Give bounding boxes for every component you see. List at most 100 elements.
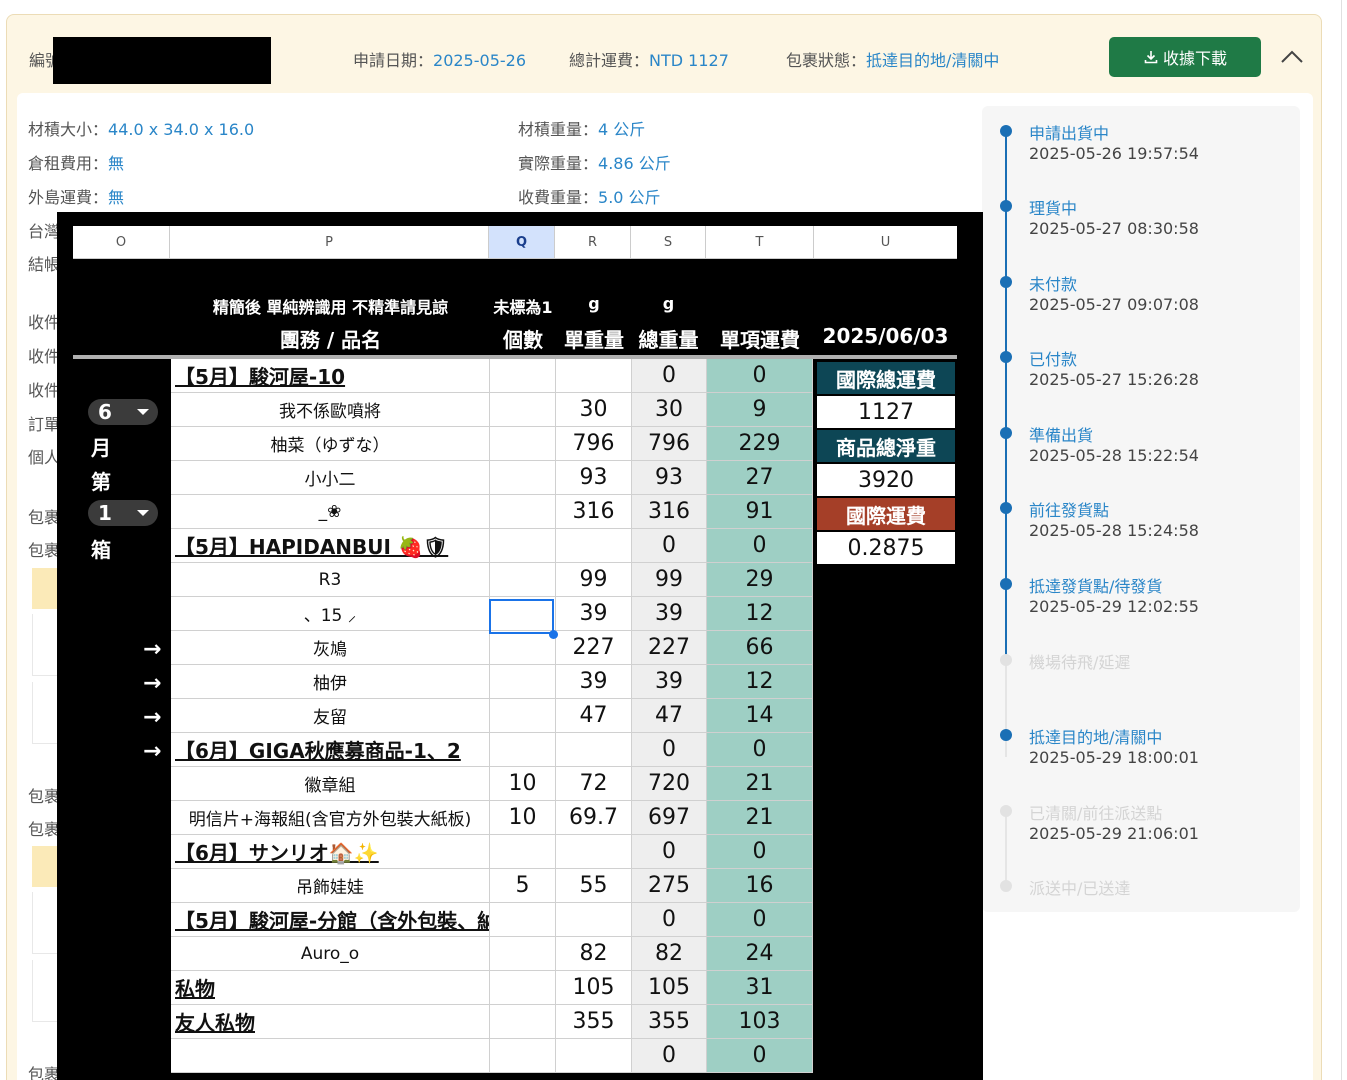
- cell-unit: [556, 733, 632, 767]
- cell-qty: 10: [490, 767, 556, 801]
- cell-unit: 93: [556, 461, 632, 495]
- timeline-dot: [1000, 654, 1012, 666]
- month-char: 月: [91, 436, 111, 460]
- cell-unit: [556, 835, 632, 869]
- cell-name: 柚伊: [171, 665, 490, 699]
- net-weight-value: 3920: [817, 464, 955, 496]
- timeline-dot: [1000, 276, 1012, 288]
- cell-total: 99: [632, 563, 707, 597]
- cell-fee: 0: [707, 733, 813, 767]
- intl-fee-value: 0.2875: [817, 532, 955, 564]
- cell-fee: 12: [707, 665, 813, 699]
- cell-name: 小小二: [171, 461, 490, 495]
- timeline-dot: [1000, 502, 1012, 514]
- cut-label: 收件: [28, 347, 61, 366]
- cell-fee: 21: [707, 767, 813, 801]
- timeline-step-title: 派送中/已送達: [1029, 879, 1131, 898]
- fill-handle: [549, 630, 558, 639]
- actual-weight: 實際重量：4.86 公斤: [518, 154, 671, 173]
- cell-qty: [490, 529, 556, 563]
- table-row: 柚菜（ゆずな） 796 796 229: [171, 427, 813, 461]
- timeline-line: [1005, 808, 1007, 884]
- table-cell: [32, 614, 57, 676]
- month-dropdown: 6: [88, 399, 158, 425]
- cut-label: 收件: [28, 313, 61, 332]
- cell-unit: 39: [556, 597, 632, 631]
- column-header: S: [631, 226, 706, 258]
- header-qty: 個數: [503, 328, 543, 352]
- timeline-step-title: 準備出貨: [1029, 426, 1094, 445]
- cell-unit: 105: [556, 971, 632, 1005]
- table-row: 【5月】駿河屋-分館（含外包裝、納品書） 00: [171, 903, 813, 937]
- cell-total: 0: [632, 529, 707, 563]
- cell-unit: 47: [556, 699, 632, 733]
- table-row: 友人私物 355 355 103: [171, 1005, 813, 1039]
- cell-fee: 0: [707, 835, 813, 869]
- cell-unit: 227: [556, 631, 632, 665]
- column-header: O: [73, 226, 170, 258]
- timeline-dot: [1000, 805, 1012, 817]
- box-char: 箱: [91, 538, 111, 562]
- table-row: Auro_o 82 82 24: [171, 937, 813, 971]
- cell-name: 、15 ⸝: [171, 597, 490, 631]
- column-header: U: [880, 234, 891, 250]
- intl-total-label: 國際總運費: [817, 362, 955, 394]
- spreadsheet-image: O P Q R S T U 精簡後 單純辨識用 不精準請見諒 未標為1 g g …: [57, 212, 983, 1080]
- cell-qty: [490, 1005, 556, 1039]
- cell-unit: 355: [556, 1005, 632, 1039]
- intl-total-value: 1127: [817, 396, 955, 428]
- package-header[interactable]: 編號 申請日期：2025-05-26 總計運費：NTD 1127 包裹狀態：抵達…: [7, 15, 1321, 93]
- column-header: R: [555, 226, 631, 258]
- cell-qty: [490, 393, 556, 427]
- cell-qty: [490, 563, 556, 597]
- cell-unit: [556, 529, 632, 563]
- table-header-strip: [32, 568, 57, 609]
- table-row: 柚伊 39 39 12: [171, 665, 813, 699]
- sheet-note: 未標為1: [493, 298, 553, 317]
- arrow-marker: →: [143, 671, 162, 696]
- cell-total: 355: [632, 1005, 707, 1039]
- cell-qty: [490, 733, 556, 767]
- cell-qty: [490, 359, 556, 393]
- scrollbar-track[interactable]: [1341, 0, 1342, 1080]
- cell-total: 82: [632, 937, 707, 971]
- cell-name: 【5月】駿河屋-10: [171, 359, 490, 393]
- cell-name: 【5月】駿河屋-分館（含外包裝、納品書）: [171, 903, 490, 937]
- table-row: 私物 105 105 31: [171, 971, 813, 1005]
- cut-label: 個人: [28, 448, 61, 467]
- chevron-up-icon[interactable]: [1279, 45, 1305, 67]
- timeline-dot: [1000, 729, 1012, 741]
- cell-fee: 27: [707, 461, 813, 495]
- island-fee: 外島運費：無: [28, 188, 125, 207]
- cell-total: 275: [632, 869, 707, 903]
- column-header: P: [170, 226, 489, 258]
- cell-fee: 0: [707, 359, 813, 393]
- net-weight-label: 商品總淨重: [817, 430, 955, 462]
- timeline-step-time: 2025-05-29 18:00:01: [1029, 748, 1199, 767]
- cut-label: 訂單: [28, 415, 61, 434]
- cell-name: 私物: [171, 971, 490, 1005]
- cell-name: 灰鳩: [171, 631, 490, 665]
- table-row: 【5月】HAPIDANBUI 🍓🛡 0 0: [171, 529, 813, 563]
- cut-label: 包裹: [28, 541, 61, 560]
- cell-total: 316: [632, 495, 707, 529]
- timeline-step-time: 2025-05-27 09:07:08: [1029, 295, 1199, 314]
- timeline-step-time: 2025-05-28 15:22:54: [1029, 446, 1199, 465]
- table-row: 小小二 93 93 27: [171, 461, 813, 495]
- cell-name: R3: [171, 563, 490, 597]
- cell-name: 我不係歐噴將: [171, 393, 490, 427]
- receipt-download-button[interactable]: 收據下載: [1109, 37, 1261, 77]
- volume-weight: 材積重量：4 公斤: [518, 120, 646, 139]
- timeline-dot: [1000, 125, 1012, 137]
- cell-unit: 55: [556, 869, 632, 903]
- cell-name: 徽章組: [171, 767, 490, 801]
- package-status: 包裹狀態：抵達目的地/清關中: [786, 51, 1000, 70]
- cut-label: 包裹: [28, 1065, 61, 1080]
- timeline-dot: [1000, 200, 1012, 212]
- cell-qty: 10: [490, 801, 556, 835]
- di-char: 第: [91, 470, 111, 494]
- cell-fee: 14: [707, 699, 813, 733]
- cell-name: 【6月】GIGA秋應募商品-1、2: [171, 733, 490, 767]
- status-timeline: 申請出貨中 2025-05-26 19:57:54 理貨中 2025-05-27 08…: [982, 106, 1300, 912]
- cut-label: 包裹: [28, 508, 61, 527]
